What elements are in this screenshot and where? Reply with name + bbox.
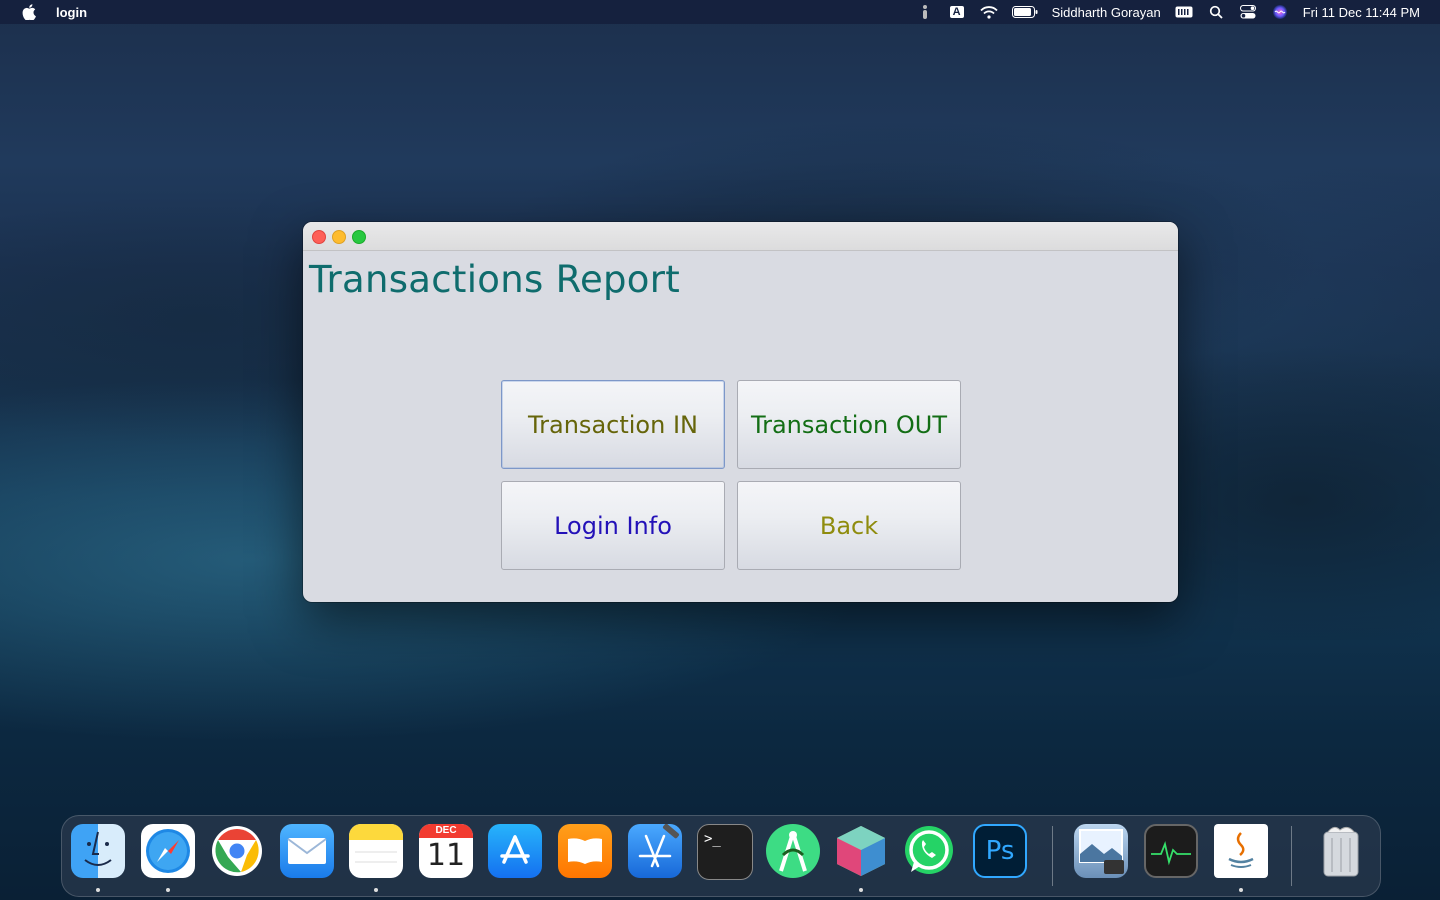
spotlight-search-icon[interactable] [1207,5,1225,19]
zoom-window-button[interactable] [352,230,366,244]
safari-running-indicator [166,888,170,892]
dock-separator-trash [1291,826,1292,886]
control-center-icon[interactable] [1239,5,1257,19]
activity-monitor-icon[interactable] [1144,824,1198,878]
transaction-out-button[interactable]: Transaction OUT [737,380,961,469]
wifi-icon[interactable] [979,5,998,19]
chrome-icon[interactable] [210,824,264,878]
netbeans-icon[interactable] [834,824,888,878]
photoshop-icon[interactable]: Ps [973,824,1027,878]
battery-icon[interactable] [1011,5,1038,19]
input-source-icon[interactable]: A [948,5,966,19]
java-icon[interactable] [1214,824,1268,878]
transactions-report-window: Transactions Report Transaction IN Trans… [303,222,1178,602]
mail-icon[interactable] [280,824,334,878]
transaction-in-button[interactable]: Transaction IN [501,380,725,469]
terminal-icon[interactable]: >_ [697,824,753,880]
java-running-indicator [1239,888,1243,892]
netbeans-running-indicator [859,888,863,892]
notes-icon[interactable] [349,824,403,878]
xcode-icon[interactable] [628,824,682,878]
minimize-window-button[interactable] [332,230,346,244]
siri-icon[interactable] [1271,5,1289,19]
keyboard-viewer-icon[interactable] [1175,5,1193,19]
dock: DEC 11 >_ Ps [61,815,1381,897]
window-titlebar[interactable] [303,222,1178,251]
accessibility-icon[interactable] [916,5,934,19]
calendar-icon[interactable]: DEC 11 [419,824,473,878]
page-title: Transactions Report [309,258,681,301]
apple-menu-icon[interactable] [22,4,36,20]
dock-separator [1052,826,1053,886]
finder-running-indicator [96,888,100,892]
login-info-button[interactable]: Login Info [501,481,725,570]
calendar-month: DEC [419,824,473,838]
active-app-name[interactable]: login [56,5,87,20]
whatsapp-icon[interactable] [902,824,956,878]
close-window-button[interactable] [312,230,326,244]
android-studio-icon[interactable] [766,824,820,878]
books-icon[interactable] [558,824,612,878]
safari-icon[interactable] [141,824,195,878]
input-source-label: A [949,6,964,18]
notes-running-indicator [374,888,378,892]
clock[interactable]: Fri 11 Dec 11:44 PM [1303,5,1420,20]
preview-icon[interactable] [1074,824,1128,878]
back-button[interactable]: Back [737,481,961,570]
trash-icon[interactable] [1314,824,1368,878]
user-name[interactable]: Siddharth Gorayan [1052,5,1161,20]
calendar-day: 11 [426,838,466,873]
finder-icon[interactable] [71,824,125,878]
app-store-icon[interactable] [488,824,542,878]
menu-bar: login A Siddharth Gorayan Fri 11 Dec 11:… [0,0,1440,24]
